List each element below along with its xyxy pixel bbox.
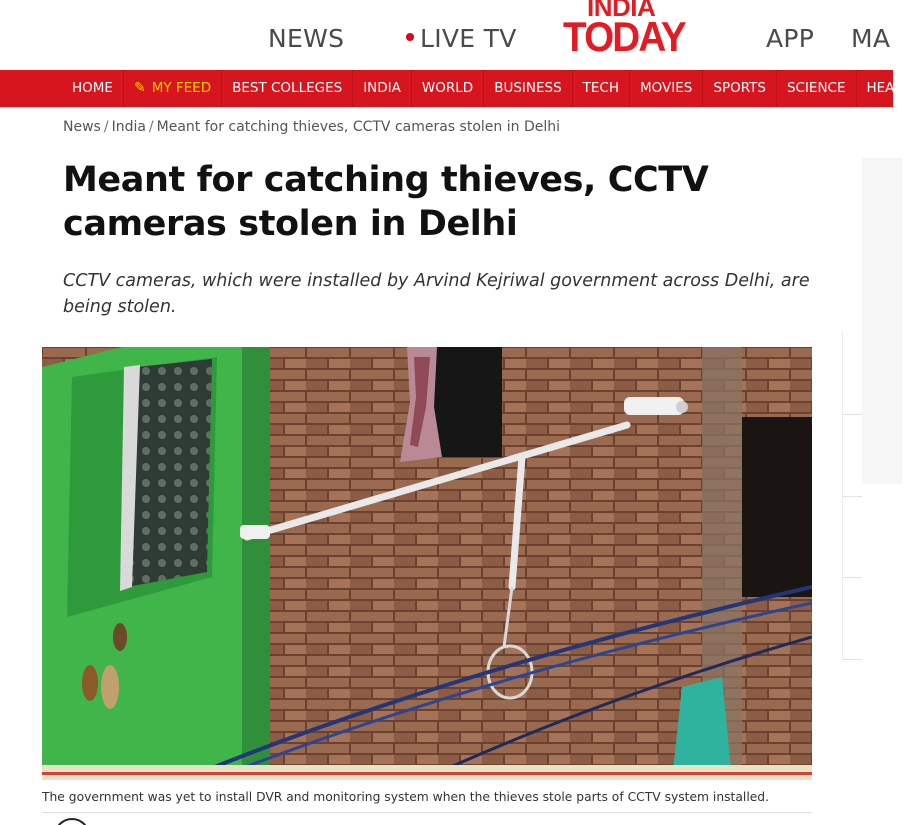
image-caption: The government was yet to install DVR an…	[42, 790, 770, 804]
sidebar-divider	[842, 577, 862, 578]
breadcrumb-news[interactable]: News	[63, 119, 101, 135]
section-business[interactable]: BUSINESS	[484, 70, 573, 107]
section-my-feed-label: MY FEED	[151, 80, 212, 96]
breadcrumb-current: Meant for catching thieves, CCTV cameras…	[156, 119, 560, 135]
breadcrumb: News / India / Meant for catching thieves, C…	[63, 119, 560, 135]
article-summary: CCTV cameras, which were installed by Ar…	[63, 271, 810, 317]
sidebar-divider	[842, 330, 843, 660]
site-header: NEWS LIVE TV INDIA TODAY APP MA	[0, 0, 924, 70]
nav-news[interactable]: NEWS	[268, 24, 344, 53]
section-nav: HOME ✎ MY FEED BEST COLLEGES INDIA WORLD …	[0, 70, 893, 107]
section-sports[interactable]: SPORTS	[703, 70, 777, 107]
sidebar-divider	[842, 496, 862, 497]
sidebar-panel	[862, 158, 902, 484]
sidebar-divider	[842, 659, 862, 660]
breadcrumb-india[interactable]: India	[112, 119, 146, 135]
caption-divider	[42, 812, 812, 813]
section-best-colleges[interactable]: BEST COLLEGES	[222, 70, 354, 107]
hero-illustration	[42, 347, 812, 780]
nav-live-tv[interactable]: LIVE TV	[406, 24, 517, 53]
share-button[interactable]	[54, 818, 90, 825]
section-home[interactable]: HOME	[62, 70, 124, 107]
section-movies[interactable]: MOVIES	[630, 70, 704, 107]
logo-today-text: TODAY	[563, 13, 687, 60]
nav-live-tv-label: LIVE TV	[420, 24, 517, 53]
breadcrumb-separator: /	[103, 119, 109, 135]
pencil-icon: ✎	[133, 80, 146, 96]
nav-app[interactable]: APP	[766, 24, 814, 53]
section-science[interactable]: SCIENCE	[777, 70, 857, 107]
sidebar-divider	[842, 414, 862, 415]
section-my-feed[interactable]: ✎ MY FEED	[124, 70, 223, 107]
live-dot-icon	[406, 33, 414, 41]
india-today-logo[interactable]: INDIA TODAY	[563, 0, 713, 62]
section-world[interactable]: WORLD	[412, 70, 485, 107]
article-headline: Meant for catching thieves, CCTV cameras…	[63, 160, 709, 244]
breadcrumb-separator: /	[148, 119, 154, 135]
section-health[interactable]: HEALTH	[857, 70, 894, 107]
section-india[interactable]: INDIA	[353, 70, 412, 107]
nav-ma[interactable]: MA	[851, 24, 890, 53]
article-hero-image[interactable]	[42, 347, 812, 780]
section-tech[interactable]: TECH	[573, 70, 631, 107]
